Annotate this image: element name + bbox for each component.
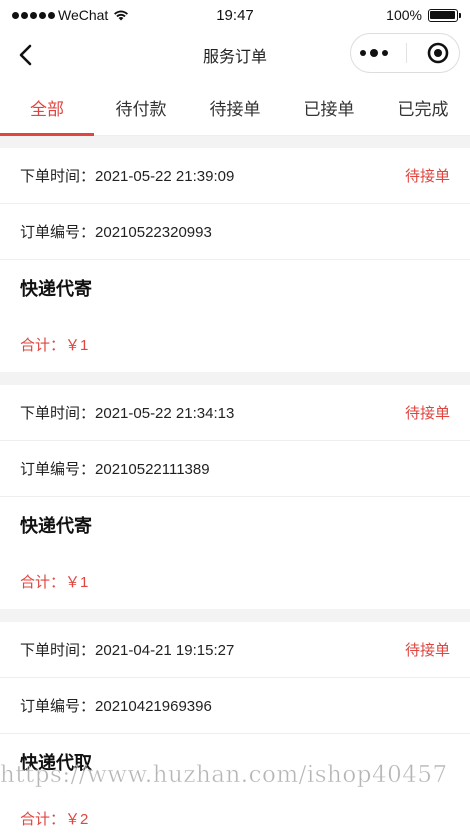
order-number-row: 订单编号：20210522111389 — [0, 441, 470, 497]
order-time: 下单时间：2021-05-22 21:39:09 — [20, 165, 234, 186]
order-time-label: 下单时间： — [20, 405, 96, 422]
order-card[interactable]: 下单时间：2021-04-21 19:15:27 待接单 订单编号：202104… — [0, 622, 470, 837]
clock: 19:47 — [216, 6, 254, 24]
service-row: 快递代寄 — [0, 497, 470, 553]
service-name: 快递代寄 — [20, 516, 92, 536]
status-right: 100% — [298, 7, 461, 23]
tab-label: 全部 — [30, 100, 64, 119]
order-number-row: 订单编号：20210421969396 — [0, 678, 470, 734]
mini-program-capsule — [350, 33, 460, 73]
tab-label: 待付款 — [115, 100, 167, 119]
order-time-row: 下单时间：2021-05-22 21:39:09 待接单 — [0, 148, 470, 204]
order-number-row: 订单编号：20210522320993 — [0, 204, 470, 260]
carrier-name: WeChat — [58, 7, 109, 23]
order-time: 下单时间：2021-05-22 21:34:13 — [20, 402, 234, 423]
order-status: 待接单 — [404, 405, 450, 422]
total-row: 合计：￥1 — [0, 316, 470, 372]
back-button[interactable] — [8, 38, 42, 72]
tab-4[interactable]: 已完成 — [376, 80, 470, 135]
order-time: 下单时间：2021-04-21 19:15:27 — [20, 639, 234, 660]
order-time-label: 下单时间： — [20, 168, 96, 185]
order-total: 合计：￥1 — [20, 336, 89, 354]
tab-0[interactable]: 全部 — [0, 80, 94, 136]
tab-label: 已完成 — [397, 100, 449, 119]
total-row: 合计：￥2 — [0, 790, 470, 837]
order-number: 订单编号：20210421969396 — [20, 695, 212, 716]
order-number-label: 订单编号： — [20, 461, 96, 478]
battery-icon — [427, 8, 461, 22]
order-number-value: 20210421969396 — [95, 698, 212, 715]
tab-label: 已接单 — [303, 100, 355, 119]
order-card[interactable]: 下单时间：2021-05-22 21:34:13 待接单 订单编号：202105… — [0, 385, 470, 609]
nav-bar: 服务订单 — [0, 30, 470, 80]
tab-3[interactable]: 已接单 — [282, 80, 376, 135]
order-number-label: 订单编号： — [20, 224, 96, 241]
order-time-value: 2021-05-22 21:39:09 — [95, 168, 235, 185]
service-name: 快递代取 — [20, 753, 92, 773]
order-number-label: 订单编号： — [20, 698, 96, 715]
order-card[interactable]: 下单时间：2021-05-22 21:39:09 待接单 订单编号：202105… — [0, 148, 470, 372]
order-time-value: 2021-05-22 21:34:13 — [95, 405, 235, 422]
order-list: 下单时间：2021-05-22 21:39:09 待接单 订单编号：202105… — [0, 136, 470, 837]
total-row: 合计：￥1 — [0, 553, 470, 609]
order-number-value: 20210522320993 — [95, 224, 212, 241]
capsule-divider — [406, 43, 408, 63]
service-row: 快递代寄 — [0, 260, 470, 316]
order-number: 订单编号：20210522111389 — [20, 458, 210, 479]
close-target-icon[interactable] — [426, 41, 450, 65]
tab-label: 待接单 — [209, 100, 261, 119]
order-number-value: 20210522111389 — [95, 461, 210, 478]
tab-1[interactable]: 待付款 — [94, 80, 188, 135]
more-button[interactable] — [360, 49, 389, 57]
chevron-left-icon — [19, 44, 32, 66]
battery-fill — [430, 11, 456, 19]
order-total: 合计：￥1 — [20, 573, 89, 591]
signal-icon — [12, 11, 55, 19]
order-tabs: 全部 待付款 待接单 已接单 已完成 — [0, 80, 470, 136]
battery-percent: 100% — [386, 7, 422, 23]
order-number: 订单编号：20210522320993 — [20, 221, 212, 242]
order-time-row: 下单时间：2021-04-21 19:15:27 待接单 — [0, 622, 470, 678]
order-time-label: 下单时间： — [20, 642, 96, 659]
service-row: 快递代取 — [0, 734, 470, 790]
status-bar: WeChat 19:47 100% — [0, 0, 470, 30]
order-status: 待接单 — [404, 168, 450, 185]
tab-2[interactable]: 待接单 — [188, 80, 282, 135]
order-time-value: 2021-04-21 19:15:27 — [95, 642, 235, 659]
service-name: 快递代寄 — [20, 279, 92, 299]
status-left: WeChat — [12, 7, 172, 23]
order-time-row: 下单时间：2021-05-22 21:34:13 待接单 — [0, 385, 470, 441]
order-status: 待接单 — [404, 642, 450, 659]
wifi-icon — [114, 10, 129, 21]
page-title: 服务订单 — [202, 49, 267, 66]
order-total: 合计：￥2 — [20, 810, 89, 828]
